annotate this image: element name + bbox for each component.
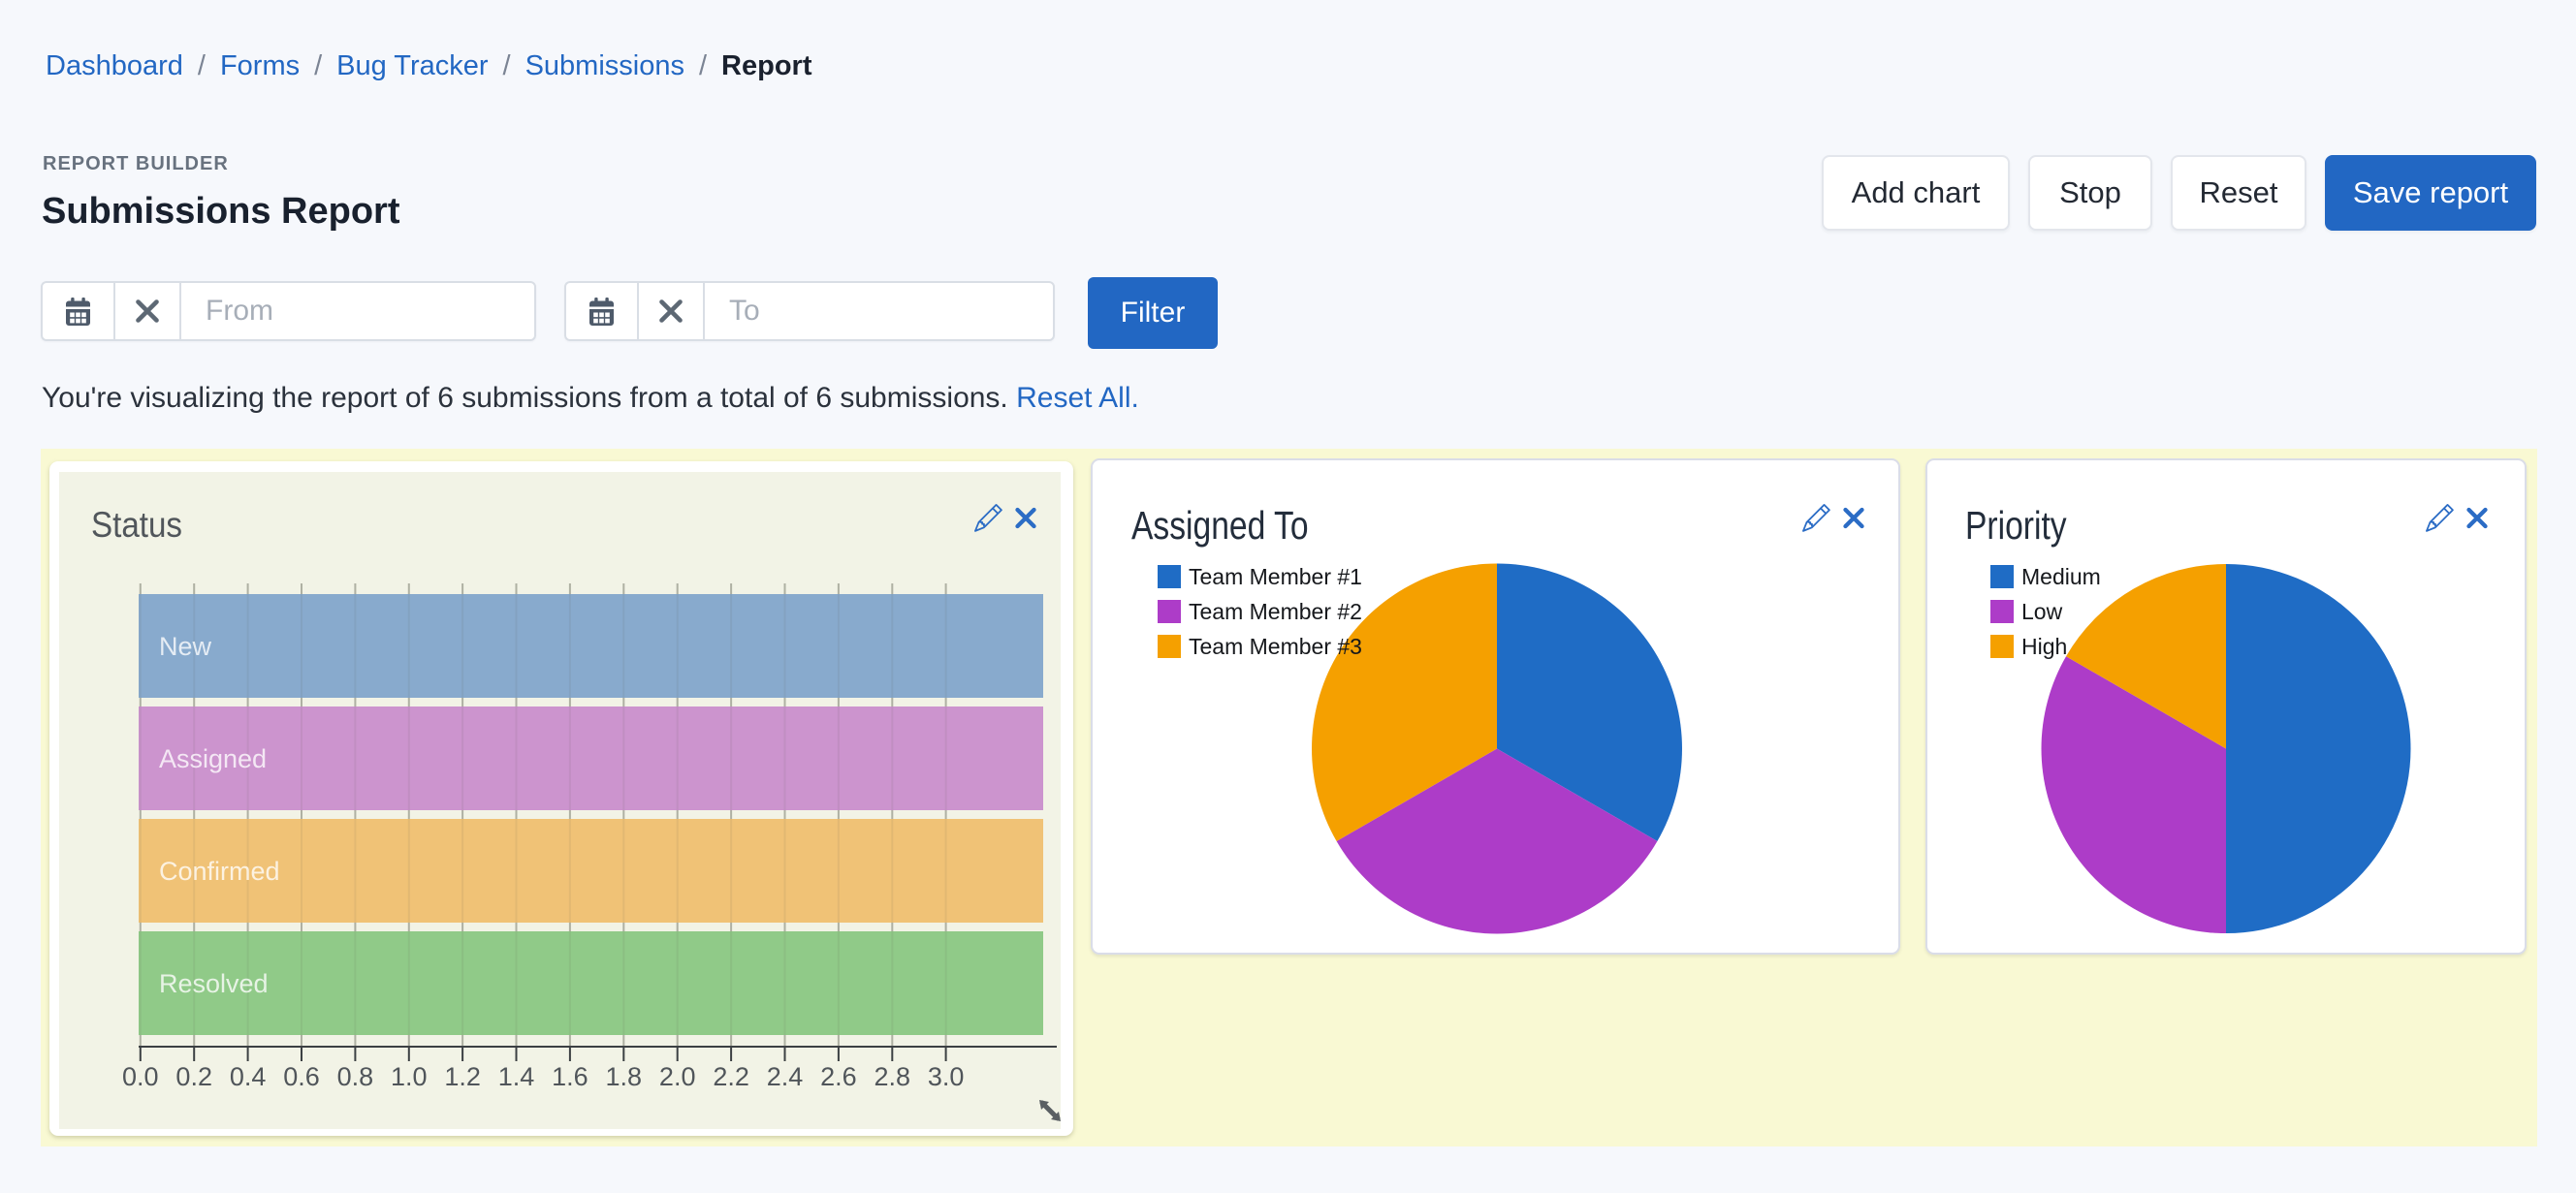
svg-text:2.0: 2.0 — [659, 1062, 696, 1091]
svg-text:2.8: 2.8 — [875, 1062, 911, 1091]
svg-text:0.6: 0.6 — [283, 1062, 320, 1091]
svg-text:Resolved: Resolved — [159, 969, 269, 998]
svg-text:Confirmed: Confirmed — [159, 857, 280, 886]
svg-text:0.0: 0.0 — [122, 1062, 159, 1091]
svg-text:0.4: 0.4 — [230, 1062, 267, 1091]
svg-text:2.6: 2.6 — [820, 1062, 857, 1091]
svg-text:New: New — [159, 632, 212, 661]
svg-text:1.4: 1.4 — [498, 1062, 535, 1091]
svg-text:2.2: 2.2 — [713, 1062, 749, 1091]
svg-text:0.2: 0.2 — [175, 1062, 212, 1091]
svg-text:1.2: 1.2 — [444, 1062, 481, 1091]
svg-text:2.4: 2.4 — [767, 1062, 804, 1091]
svg-text:1.8: 1.8 — [606, 1062, 643, 1091]
svg-text:1.0: 1.0 — [391, 1062, 428, 1091]
svg-text:Status: Status — [91, 505, 182, 545]
svg-text:3.0: 3.0 — [928, 1062, 965, 1091]
svg-text:0.8: 0.8 — [337, 1062, 374, 1091]
svg-text:Assigned: Assigned — [159, 744, 267, 773]
svg-text:1.6: 1.6 — [552, 1062, 588, 1091]
